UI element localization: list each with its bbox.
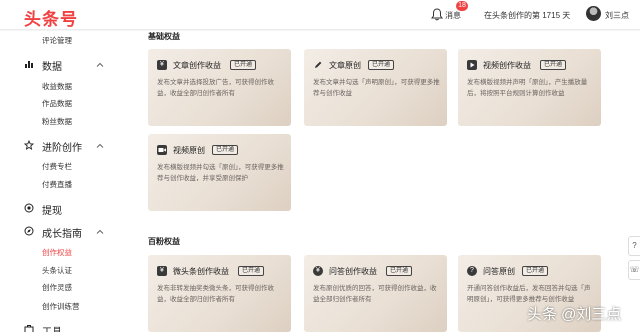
section-title-basic-benefits: 基础权益 xyxy=(148,32,180,41)
card-description: 发布非转发抽奖类微头条，可获得创作收益，收益全部归创作者所有 xyxy=(157,285,274,303)
status-badge: 已开通 xyxy=(522,266,549,276)
chevron-up-icon[interactable] xyxy=(96,142,104,150)
sidebar: 评论管理 数据 收益数据 作品数据 粉丝数据 进阶创作 付费专栏 付费直播 提现… xyxy=(0,31,124,332)
chevron-up-icon[interactable] xyxy=(96,228,104,236)
status-badge: 已开通 xyxy=(238,266,265,276)
feedback-float-button[interactable]: ☏ xyxy=(628,260,640,280)
app-logo[interactable]: 头条号 xyxy=(24,5,78,30)
card-description: 发布文章并选择投放广告，可获得创作收益，收益全部归创作者所有 xyxy=(157,79,274,97)
sidebar-item-creative-inspiration[interactable]: 创作灵感 xyxy=(42,282,72,293)
card-title: 微头条创作收益 xyxy=(173,267,229,276)
card-description: 发布文章并勾选「声明原创」，可获得更多推荐与创作收益 xyxy=(313,79,440,97)
status-badge: 已开通 xyxy=(230,60,257,70)
video-icon xyxy=(467,60,477,70)
sidebar-item-comment-management[interactable]: 评论管理 xyxy=(42,35,72,46)
card-title: 问答创作收益 xyxy=(329,267,377,276)
sidebar-item-revenue-data[interactable]: 收益数据 xyxy=(42,81,72,92)
card-title: 文章原创 xyxy=(329,61,361,70)
video-original-icon xyxy=(157,145,167,155)
bell-icon[interactable] xyxy=(431,8,443,21)
yuan-icon: ¥ xyxy=(157,266,167,276)
compass-icon xyxy=(24,226,34,236)
sidebar-item-paid-live[interactable]: 付费直播 xyxy=(42,179,72,190)
coin-icon xyxy=(24,203,34,213)
status-badge: 已开通 xyxy=(386,266,413,276)
sidebar-group-label: 进阶创作 xyxy=(42,143,82,154)
card-title: 文章创作收益 xyxy=(173,61,221,70)
question-icon: ? xyxy=(467,266,477,276)
username[interactable]: 刘三点 xyxy=(605,10,629,21)
card-title: 问答原创 xyxy=(483,267,515,276)
main-content: 基础权益 ¥ 文章创作收益 已开通 发布文章并选择投放广告，可获得创作收益，收益… xyxy=(124,31,640,332)
card-description: 发布横版视频并声明「原创」，产生播放量后，将按照平台规则计算创作收益 xyxy=(467,79,588,97)
status-badge: 已开通 xyxy=(368,60,395,70)
benefit-card-qa-revenue[interactable]: ¥ 问答创作收益 已开通 发布原创优质的回答，可获得创作收益，收益全部归创作者所… xyxy=(304,255,447,332)
sidebar-item-toutiao-certification[interactable]: 头条认证 xyxy=(42,265,72,276)
watermark: 头条 @刘三点 xyxy=(527,306,622,323)
card-title: 视频创作收益 xyxy=(483,61,531,70)
star-icon xyxy=(24,140,34,150)
messages-link[interactable]: 消息 xyxy=(445,10,461,21)
tool-icon xyxy=(24,325,34,332)
bar-chart-icon xyxy=(25,61,33,68)
card-title: 视频原创 xyxy=(173,146,205,155)
section-title-hundred-fans-benefits: 百粉权益 xyxy=(148,237,180,246)
benefit-card-micro-headline-revenue[interactable]: ¥ 微头条创作收益 已开通 发布非转发抽奖类微头条，可获得创作收益，收益全部归创… xyxy=(148,255,291,332)
sidebar-group-label: 提现 xyxy=(42,206,62,217)
help-float-button[interactable]: ? xyxy=(628,236,640,256)
sidebar-group-label: 成长指南 xyxy=(42,229,82,240)
card-description: 发布原创优质的回答，可获得创作收益，收益全部归创作者所有 xyxy=(313,285,437,303)
sidebar-item-training-camp[interactable]: 创作训练营 xyxy=(42,301,80,312)
benefit-card-article-revenue[interactable]: ¥ 文章创作收益 已开通 发布文章并选择投放广告，可获得创作收益，收益全部归创作… xyxy=(148,49,291,126)
card-description: 发布横版视频并勾选「原创」，可获得更多推荐与创作收益，并享受原创保护 xyxy=(157,164,284,182)
card-description: 开通问答创作收益后，发布回答并勾选「声明原创」，可获得更多推荐与创作收益 xyxy=(467,285,591,303)
status-badge: 已开通 xyxy=(212,145,239,155)
benefit-card-video-original[interactable]: 视频原创 已开通 发布横版视频并勾选「原创」，可获得更多推荐与创作收益，并享受原… xyxy=(148,134,291,211)
sidebar-item-paid-column[interactable]: 付费专栏 xyxy=(42,161,72,172)
sidebar-item-works-data[interactable]: 作品数据 xyxy=(42,98,72,109)
benefit-card-article-original[interactable]: 文章原创 已开通 发布文章并勾选「声明原创」，可获得更多推荐与创作收益 xyxy=(304,49,447,126)
top-header: 头条号 18 消息 在头条创作的第 1715 天 刘三点 xyxy=(0,0,640,30)
chevron-up-icon[interactable] xyxy=(96,61,104,69)
sidebar-group-label: 工具 xyxy=(42,323,62,332)
creation-days-text: 在头条创作的第 1715 天 xyxy=(484,11,571,20)
sidebar-item-creator-benefits[interactable]: 创作权益 xyxy=(42,247,72,258)
status-badge: 已开通 xyxy=(540,60,567,70)
sidebar-group-label: 数据 xyxy=(42,62,62,73)
pen-icon xyxy=(315,61,322,68)
yuan-icon: ¥ xyxy=(313,266,323,276)
yuan-icon: ¥ xyxy=(157,60,167,70)
avatar[interactable] xyxy=(586,6,601,21)
benefit-card-video-revenue[interactable]: 视频创作收益 已开通 发布横版视频并声明「原创」，产生播放量后，将按照平台规则计… xyxy=(458,49,601,126)
sidebar-item-fans-data[interactable]: 粉丝数据 xyxy=(42,116,72,127)
